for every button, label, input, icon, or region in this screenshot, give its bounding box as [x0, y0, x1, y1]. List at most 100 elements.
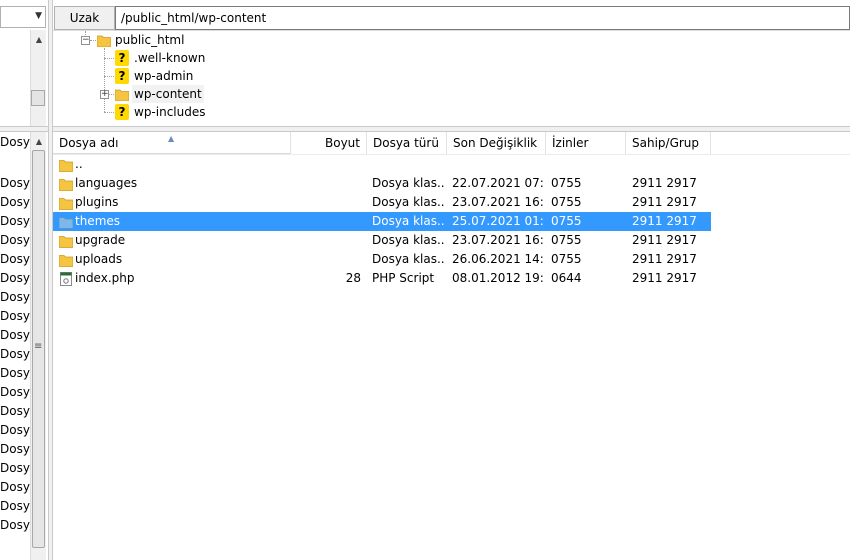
- column-header-size[interactable]: Boyut: [291, 132, 367, 154]
- cell-type: Dosya klas...: [372, 214, 444, 228]
- column-header-permissions[interactable]: İzinler: [546, 132, 626, 154]
- local-list-item[interactable]: Dosya: [0, 516, 30, 535]
- cell-permissions: 0755: [551, 252, 582, 266]
- cell-owner: 2911 2917: [632, 252, 697, 266]
- column-header-type[interactable]: Dosya türü: [367, 132, 447, 154]
- cell-size: [291, 250, 361, 269]
- local-list-item[interactable]: Dosya: [0, 421, 30, 440]
- local-list-item[interactable]: Dosya: [0, 288, 30, 307]
- local-list-item[interactable]: Dosya: [0, 478, 30, 497]
- tree-guide-line: [104, 58, 114, 59]
- table-row[interactable]: plugins Dosya klas... 23.07.2021 16:4... 07…: [53, 193, 711, 212]
- cell-type: Dosya klas...: [372, 252, 444, 266]
- local-list-scrollbar[interactable]: ▲ ≡: [30, 132, 46, 560]
- cell-name: languages: [75, 176, 138, 190]
- tree-item-well-known[interactable]: .well-known: [132, 49, 207, 67]
- cell-name: ..: [75, 157, 83, 171]
- expand-icon[interactable]: +: [100, 90, 109, 99]
- scroll-up-icon[interactable]: ▲: [31, 134, 47, 150]
- cell-modified: [452, 155, 544, 174]
- local-list-scroll-thumb[interactable]: ≡: [32, 150, 45, 548]
- chevron-down-icon[interactable]: ▼: [35, 11, 42, 21]
- cell-modified: 22.07.2021 07:0...: [452, 176, 544, 190]
- tree-guide-line: [109, 94, 114, 95]
- local-list-item[interactable]: Dosya: [0, 174, 30, 193]
- remote-path-input[interactable]: /public_html/wp-content: [115, 6, 850, 30]
- cell-type: [372, 155, 444, 174]
- folder-icon: [59, 160, 73, 172]
- remote-site-label: Uzak Site:: [54, 6, 115, 47]
- local-list-item[interactable]: Dosya: [0, 193, 30, 212]
- folder-icon: [59, 179, 73, 191]
- tree-item-wp-includes[interactable]: wp-includes: [132, 103, 208, 121]
- local-list-item[interactable]: Dosya: [0, 250, 30, 269]
- local-list-item[interactable]: Dosya: [0, 497, 30, 516]
- cell-owner: [632, 155, 707, 174]
- cell-permissions: 0755: [551, 176, 582, 190]
- cell-owner: 2911 2917: [632, 176, 697, 190]
- folder-icon: [59, 198, 73, 210]
- folder-icon: [59, 236, 73, 248]
- cell-owner: 2911 2917: [632, 233, 697, 247]
- local-list-item[interactable]: Dosya: [0, 269, 30, 288]
- cell-type: Dosya klas...: [372, 176, 444, 190]
- folder-icon: [59, 217, 73, 229]
- column-header-owner[interactable]: Sahip/Grup: [626, 132, 711, 154]
- table-row[interactable]: uploads Dosya klas... 26.06.2021 14:1... 07…: [53, 250, 711, 269]
- local-tree-scrollbar[interactable]: ▲: [30, 30, 46, 126]
- cell-owner: 2911 2917: [632, 271, 697, 285]
- remote-tree: − public_html ? .well-known ? wp-admin +…: [53, 30, 850, 127]
- scroll-up-icon[interactable]: ▲: [31, 32, 47, 48]
- cell-size: 28: [345, 271, 361, 285]
- cell-modified: 23.07.2021 16:4...: [452, 233, 544, 247]
- tree-item-wp-admin[interactable]: wp-admin: [132, 67, 195, 85]
- local-site-dropdown[interactable]: ▼: [0, 6, 46, 28]
- cell-permissions: 0755: [551, 214, 582, 228]
- tree-guide-line: [104, 112, 114, 113]
- cell-permissions: 0644: [551, 271, 582, 285]
- local-list-item[interactable]: Dosya: [0, 307, 30, 326]
- cell-modified: 08.01.2012 19:0...: [452, 271, 544, 285]
- column-header-modified[interactable]: Son Değişiklik: [447, 132, 546, 154]
- tree-item-wp-content[interactable]: wp-content: [132, 85, 204, 103]
- local-list-item[interactable]: Dosya: [0, 231, 30, 250]
- cell-permissions: [551, 155, 611, 174]
- local-tree-scroll-thumb[interactable]: [31, 90, 45, 106]
- local-list-item[interactable]: Dosya: [0, 402, 30, 421]
- local-list-item[interactable]: Dosya: [0, 383, 30, 402]
- folder-icon: [59, 255, 73, 267]
- cell-name: index.php: [75, 271, 135, 285]
- local-list-item[interactable]: Dosya: [0, 440, 30, 459]
- cell-name: plugins: [75, 195, 119, 209]
- local-column-header[interactable]: Dosya: [0, 132, 30, 152]
- sort-ascending-icon: ▲: [168, 134, 175, 143]
- table-row[interactable]: index.php 28 PHP Script 08.01.2012 19:0... 0…: [53, 269, 711, 288]
- cell-permissions: 0755: [551, 233, 582, 247]
- cell-type: PHP Script: [372, 271, 435, 285]
- cell-modified: 26.06.2021 14:1...: [452, 252, 544, 266]
- php-file-icon: [60, 272, 72, 286]
- local-list-item[interactable]: Dosya: [0, 212, 30, 231]
- cell-size: [291, 193, 361, 212]
- cell-owner: 2911 2917: [632, 214, 697, 228]
- tree-item-public-html[interactable]: public_html: [113, 31, 186, 49]
- collapse-icon[interactable]: −: [81, 36, 90, 45]
- local-list-item[interactable]: Dosya: [0, 459, 30, 478]
- local-list-item[interactable]: Dosya: [0, 364, 30, 383]
- table-row[interactable]: ..: [53, 155, 711, 174]
- cell-owner: 2911 2917: [632, 195, 697, 209]
- column-header-name[interactable]: Dosya adı ▲: [53, 132, 291, 154]
- cell-permissions: 0755: [551, 195, 582, 209]
- table-row[interactable]: upgrade Dosya klas... 23.07.2021 16:4... 07…: [53, 231, 711, 250]
- cell-modified: 25.07.2021 01:0...: [452, 214, 544, 228]
- question-icon: ?: [115, 50, 129, 66]
- local-list-item[interactable]: Dosya: [0, 326, 30, 345]
- remote-file-list: Dosya adı ▲ Boyut Dosya türü Son Değişik…: [53, 132, 850, 560]
- tree-guide-line: [90, 40, 96, 41]
- cell-name: upgrade: [75, 233, 126, 247]
- grip-icon: ≡: [34, 341, 43, 352]
- table-row[interactable]: languages Dosya klas... 22.07.2021 07:0...…: [53, 174, 711, 193]
- table-row[interactable]: themes Dosya klas... 25.07.2021 01:0... 075…: [53, 212, 711, 231]
- local-list-item[interactable]: Dosya: [0, 345, 30, 364]
- column-header-name-label: Dosya adı: [59, 136, 119, 150]
